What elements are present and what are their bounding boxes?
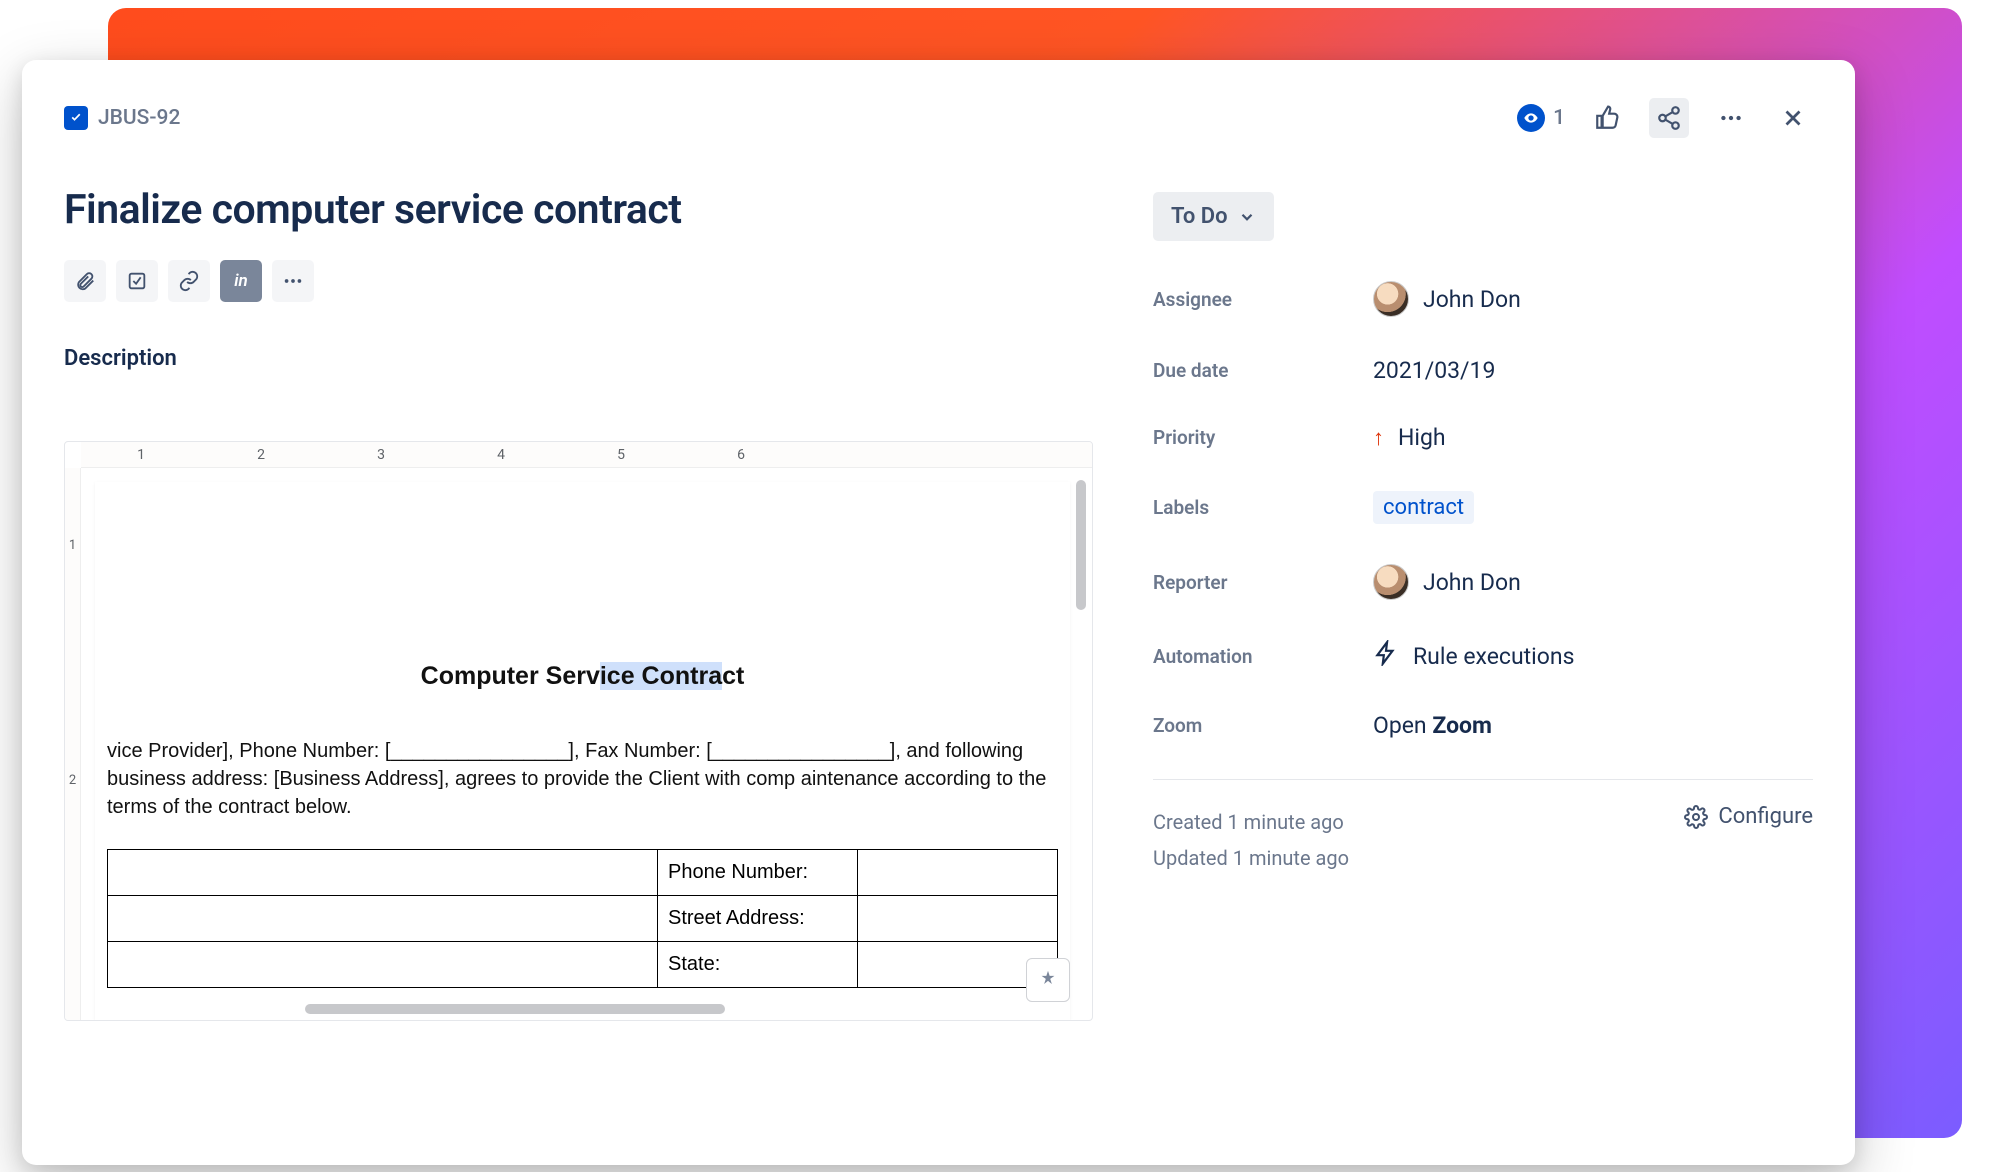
- vertical-scrollbar-thumb[interactable]: [1076, 480, 1086, 610]
- body: Finalize computer service contract in: [64, 186, 1813, 1127]
- left-column: Finalize computer service contract in: [64, 186, 1093, 1127]
- close-button[interactable]: [1773, 98, 1813, 138]
- content-toolbar: in: [64, 260, 1093, 302]
- attach-button[interactable]: [64, 260, 106, 302]
- avatar: [1373, 564, 1409, 600]
- watch-count: 1: [1553, 106, 1565, 130]
- field-labels[interactable]: Labels contract: [1153, 491, 1813, 524]
- due-date-value: 2021/03/19: [1373, 357, 1495, 384]
- issue-title[interactable]: Finalize computer service contract: [64, 186, 1093, 234]
- toolbar-more-button[interactable]: [272, 260, 314, 302]
- watch-button[interactable]: 1: [1517, 104, 1565, 132]
- divider: [1153, 779, 1813, 780]
- zoom-value: Open Zoom: [1373, 712, 1492, 739]
- label-chip[interactable]: contract: [1373, 491, 1474, 524]
- document-preview[interactable]: 1 2 3 4 5 6 1 2 Computer Service Contrac…: [64, 441, 1093, 1021]
- watch-icon: [1517, 104, 1545, 132]
- created-text: Created 1 minute ago: [1153, 804, 1349, 840]
- field-priority[interactable]: Priority ↑ High: [1153, 424, 1813, 451]
- configure-button[interactable]: Configure: [1684, 804, 1813, 829]
- field-reporter[interactable]: Reporter John Don: [1153, 564, 1813, 600]
- more-actions-button[interactable]: [1711, 98, 1751, 138]
- like-button[interactable]: [1587, 98, 1627, 138]
- document-title: Computer Service Contract: [107, 662, 1058, 691]
- header-actions: 1: [1517, 98, 1813, 138]
- explore-button[interactable]: [1026, 958, 1070, 1002]
- gear-icon: [1684, 805, 1708, 829]
- issue-key[interactable]: JBUS-92: [98, 106, 180, 130]
- updated-text: Updated 1 minute ago: [1153, 840, 1349, 876]
- table-row: Street Address:: [108, 896, 1058, 942]
- status-dropdown[interactable]: To Do: [1153, 192, 1274, 241]
- meta-row: Created 1 minute ago Updated 1 minute ag…: [1153, 804, 1813, 876]
- document-body-text: vice Provider], Phone Number: [_________…: [107, 737, 1058, 821]
- assignee-value: John Don: [1423, 286, 1521, 313]
- reporter-value: John Don: [1423, 569, 1521, 596]
- horizontal-scrollbar-thumb[interactable]: [305, 1004, 725, 1014]
- chevron-down-icon: [1238, 208, 1256, 226]
- right-column: To Do Assignee John Don Due date 2021/03…: [1153, 186, 1813, 1127]
- ruler-vertical: 1 2: [65, 468, 81, 1020]
- breadcrumb[interactable]: JBUS-92: [64, 106, 180, 130]
- description-label: Description: [64, 346, 1093, 371]
- ruler-horizontal: 1 2 3 4 5 6: [81, 442, 1092, 468]
- invision-button[interactable]: in: [220, 260, 262, 302]
- field-automation[interactable]: Automation Rule executions: [1153, 640, 1813, 672]
- table-row: State:: [108, 942, 1058, 988]
- table-row: Phone Number:: [108, 850, 1058, 896]
- priority-high-icon: ↑: [1373, 425, 1384, 451]
- field-assignee[interactable]: Assignee John Don: [1153, 281, 1813, 317]
- link-issue-button[interactable]: [168, 260, 210, 302]
- automation-value: Rule executions: [1413, 643, 1574, 670]
- issue-type-icon: [64, 106, 88, 130]
- header-row: JBUS-92 1: [64, 98, 1813, 138]
- add-subtask-button[interactable]: [116, 260, 158, 302]
- field-due-date[interactable]: Due date 2021/03/19: [1153, 357, 1813, 384]
- status-label: To Do: [1171, 204, 1228, 229]
- avatar: [1373, 281, 1409, 317]
- priority-value: High: [1398, 424, 1446, 451]
- configure-label: Configure: [1718, 804, 1813, 829]
- issue-modal: JBUS-92 1 Final: [22, 60, 1855, 1165]
- document-table: Phone Number: Street Address: State:: [107, 849, 1058, 988]
- field-zoom[interactable]: Zoom Open Zoom: [1153, 712, 1813, 739]
- automation-icon: [1373, 640, 1399, 672]
- share-button[interactable]: [1649, 98, 1689, 138]
- timestamps: Created 1 minute ago Updated 1 minute ag…: [1153, 804, 1349, 876]
- document-page: Computer Service Contract vice Provider]…: [95, 482, 1070, 1020]
